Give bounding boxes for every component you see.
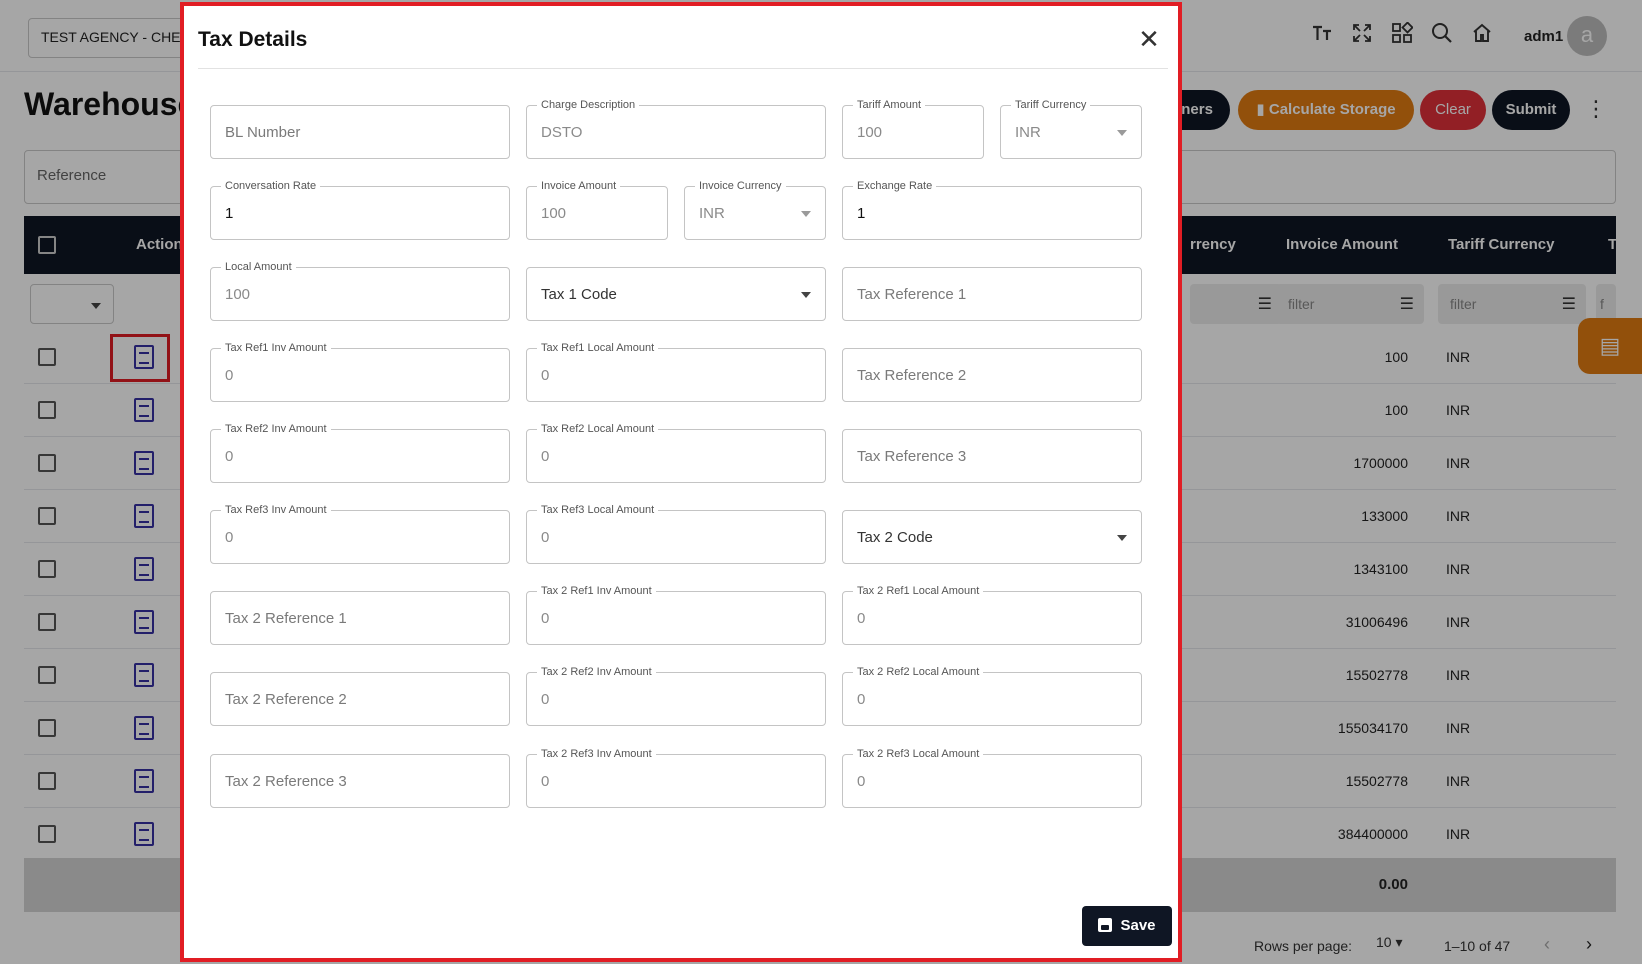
local-amount-field[interactable]: Local Amount 100	[210, 260, 510, 321]
save-button[interactable]: Save	[1082, 906, 1172, 946]
charge-description-value: DSTO	[541, 124, 583, 141]
conversation-rate-value: 1	[225, 205, 234, 222]
tax-ref1-inv-amount-field[interactable]: Tax Ref1 Inv Amount 0	[210, 341, 510, 402]
tax2-ref3-local-amount-label: Tax 2 Ref3 Local Amount	[853, 747, 984, 761]
tax-ref1-inv-amount-value: 0	[225, 367, 234, 384]
tax-ref2-inv-amount-value: 0	[225, 448, 234, 465]
tariff-amount-label: Tariff Amount	[853, 98, 925, 112]
local-amount-value: 100	[225, 286, 251, 303]
charge-description-label: Charge Description	[537, 98, 640, 112]
tariff-amount-field[interactable]: Tariff Amount 100	[842, 98, 984, 159]
tariff-currency-select[interactable]: Tariff Currency INR	[1000, 98, 1142, 159]
conversation-rate-field[interactable]: Conversation Rate 1	[210, 179, 510, 240]
tax2-reference-1-field[interactable]: Tax 2 Reference 1	[210, 591, 510, 645]
tax2-ref1-local-amount-field[interactable]: Tax 2 Ref1 Local Amount 0	[842, 584, 1142, 645]
tax-ref3-inv-amount-value: 0	[225, 529, 234, 546]
tax2-ref1-inv-amount-value: 0	[541, 610, 550, 627]
tax2-code-select[interactable]: Tax 2 Code	[842, 510, 1142, 564]
tax2-ref1-local-amount-value: 0	[857, 610, 866, 627]
tax2-ref2-local-amount-label: Tax 2 Ref2 Local Amount	[853, 665, 984, 679]
tax2-ref1-local-amount-label: Tax 2 Ref1 Local Amount	[853, 584, 984, 598]
tax-ref3-local-amount-value: 0	[541, 529, 550, 546]
exchange-rate-field[interactable]: Exchange Rate 1	[842, 179, 1142, 240]
tax-ref1-local-amount-value: 0	[541, 367, 550, 384]
modal-title: Tax Details	[198, 28, 308, 51]
tax-ref3-local-amount-label: Tax Ref3 Local Amount	[537, 503, 659, 517]
tax-ref2-local-amount-label: Tax Ref2 Local Amount	[537, 422, 659, 436]
tax2-reference-2-placeholder: Tax 2 Reference 2	[225, 691, 347, 708]
tax2-reference-3-field[interactable]: Tax 2 Reference 3	[210, 754, 510, 808]
tax2-ref3-inv-amount-value: 0	[541, 773, 550, 790]
bl-number-placeholder: BL Number	[225, 124, 301, 141]
invoice-amount-field[interactable]: Invoice Amount 100	[526, 179, 668, 240]
tax1-code-placeholder: Tax 1 Code	[541, 286, 617, 303]
tax2-ref2-inv-amount-field[interactable]: Tax 2 Ref2 Inv Amount 0	[526, 665, 826, 726]
tariff-currency-value: INR	[1015, 124, 1041, 141]
tax2-ref2-inv-amount-label: Tax 2 Ref2 Inv Amount	[537, 665, 656, 679]
tax2-ref3-local-amount-value: 0	[857, 773, 866, 790]
tax2-reference-3-placeholder: Tax 2 Reference 3	[225, 773, 347, 790]
chevron-down-icon	[801, 211, 811, 217]
tax-reference-3-placeholder: Tax Reference 3	[857, 448, 967, 465]
tax-ref2-local-amount-value: 0	[541, 448, 550, 465]
local-amount-label: Local Amount	[221, 260, 296, 274]
tax-reference-1-placeholder: Tax Reference 1	[857, 286, 967, 303]
tax-ref1-local-amount-field[interactable]: Tax Ref1 Local Amount 0	[526, 341, 826, 402]
tax-ref3-inv-amount-field[interactable]: Tax Ref3 Inv Amount 0	[210, 503, 510, 564]
tariff-amount-value: 100	[857, 124, 883, 141]
save-icon	[1098, 918, 1113, 932]
tax2-reference-2-field[interactable]: Tax 2 Reference 2	[210, 672, 510, 726]
tax2-ref1-inv-amount-field[interactable]: Tax 2 Ref1 Inv Amount 0	[526, 584, 826, 645]
bl-number-field[interactable]: BL Number	[210, 105, 510, 159]
tax-ref3-local-amount-field[interactable]: Tax Ref3 Local Amount 0	[526, 503, 826, 564]
tax2-ref3-inv-amount-label: Tax 2 Ref3 Inv Amount	[537, 747, 656, 761]
tax-details-modal: Tax Details ✕ BL Number Charge Descripti…	[180, 2, 1182, 962]
tax2-ref2-local-amount-field[interactable]: Tax 2 Ref2 Local Amount 0	[842, 665, 1142, 726]
tax2-ref2-local-amount-value: 0	[857, 691, 866, 708]
tax1-code-select[interactable]: Tax 1 Code	[526, 267, 826, 321]
save-label: Save	[1120, 917, 1156, 934]
invoice-amount-label: Invoice Amount	[537, 179, 621, 193]
chevron-down-icon	[1117, 535, 1127, 541]
exchange-rate-value: 1	[857, 205, 866, 222]
charge-description-field[interactable]: Charge Description DSTO	[526, 98, 826, 159]
invoice-currency-value: INR	[699, 205, 725, 222]
chevron-down-icon	[1117, 130, 1127, 136]
tax2-code-placeholder: Tax 2 Code	[857, 529, 933, 546]
tax2-ref1-inv-amount-label: Tax 2 Ref1 Inv Amount	[537, 584, 656, 598]
chevron-down-icon	[801, 292, 811, 298]
tax-reference-2-field[interactable]: Tax Reference 2	[842, 348, 1142, 402]
tax-reference-1-field[interactable]: Tax Reference 1	[842, 267, 1142, 321]
tax-ref3-inv-amount-label: Tax Ref3 Inv Amount	[221, 503, 331, 517]
tax-ref1-local-amount-label: Tax Ref1 Local Amount	[537, 341, 659, 355]
tax2-reference-1-placeholder: Tax 2 Reference 1	[225, 610, 347, 627]
tax-ref2-local-amount-field[interactable]: Tax Ref2 Local Amount 0	[526, 422, 826, 483]
invoice-amount-value: 100	[541, 205, 567, 222]
tax2-ref3-inv-amount-field[interactable]: Tax 2 Ref3 Inv Amount 0	[526, 747, 826, 808]
tax2-ref3-local-amount-field[interactable]: Tax 2 Ref3 Local Amount 0	[842, 747, 1142, 808]
close-icon[interactable]: ✕	[1134, 24, 1164, 54]
tax-reference-3-field[interactable]: Tax Reference 3	[842, 429, 1142, 483]
tax2-ref2-inv-amount-value: 0	[541, 691, 550, 708]
tax-ref2-inv-amount-field[interactable]: Tax Ref2 Inv Amount 0	[210, 422, 510, 483]
exchange-rate-label: Exchange Rate	[853, 179, 937, 193]
tax-ref2-inv-amount-label: Tax Ref2 Inv Amount	[221, 422, 331, 436]
conversation-rate-label: Conversation Rate	[221, 179, 321, 193]
divider	[198, 68, 1168, 69]
tax-reference-2-placeholder: Tax Reference 2	[857, 367, 967, 384]
tariff-currency-label: Tariff Currency	[1011, 98, 1091, 112]
invoice-currency-select[interactable]: Invoice Currency INR	[684, 179, 826, 240]
invoice-currency-label: Invoice Currency	[695, 179, 786, 193]
tax-ref1-inv-amount-label: Tax Ref1 Inv Amount	[221, 341, 331, 355]
